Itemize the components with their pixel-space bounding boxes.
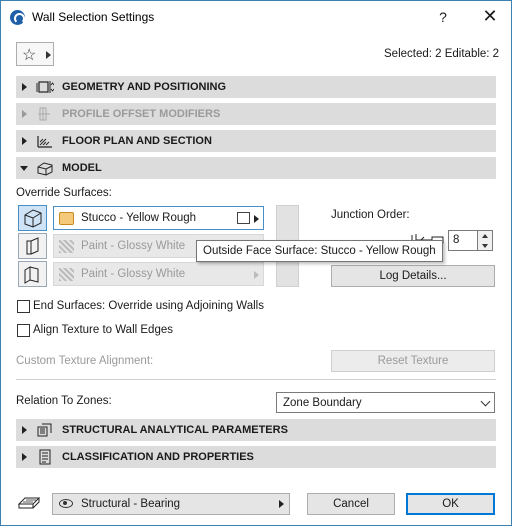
- favorites-button[interactable]: ☆: [16, 42, 54, 66]
- expand-arrow-icon: [22, 83, 27, 91]
- ok-button[interactable]: OK: [406, 493, 495, 515]
- junction-order-label: Junction Order:: [331, 209, 410, 221]
- section-geometry[interactable]: GEOMETRY AND POSITIONING: [16, 76, 496, 98]
- chevron-right-icon: [254, 215, 259, 223]
- end-surfaces-label: End Surfaces: Override using Adjoining W…: [33, 300, 264, 312]
- surface-tooltip: Outside Face Surface: Stucco - Yellow Ro…: [196, 240, 443, 262]
- section-label: PROFILE OFFSET MODIFIERS: [62, 108, 221, 120]
- override-surfaces-label: Override Surfaces:: [16, 187, 112, 199]
- junction-order-stepper[interactable]: [478, 230, 493, 251]
- inside-face-surface-button[interactable]: [18, 261, 47, 287]
- expand-arrow-icon: [22, 453, 27, 461]
- section-label: GEOMETRY AND POSITIONING: [62, 81, 226, 93]
- classification-icon: [39, 449, 51, 465]
- chevron-right-icon: [46, 51, 51, 59]
- chevron-right-icon: [279, 500, 284, 508]
- structural-function-picker[interactable]: Structural - Bearing: [52, 493, 290, 515]
- expand-arrow-icon: [22, 137, 27, 145]
- section-profile-offset: PROFILE OFFSET MODIFIERS: [16, 103, 496, 125]
- relation-to-zones-select[interactable]: Zone Boundary: [276, 392, 495, 413]
- section-classification[interactable]: CLASSIFICATION AND PROPERTIES: [16, 446, 496, 468]
- align-texture-label: Align Texture to Wall Edges: [33, 324, 173, 336]
- texture-picture-icon: [237, 212, 250, 224]
- outside-face-surface-button[interactable]: [18, 205, 47, 231]
- model-icon: [37, 162, 53, 176]
- disabled-swatch: [59, 268, 74, 281]
- wall-inside-face-icon: [24, 266, 39, 284]
- help-button[interactable]: ?: [431, 6, 455, 28]
- surface-name: Stucco - Yellow Rough: [81, 212, 197, 224]
- wall-outside-face-icon: [24, 209, 42, 228]
- arrow-down-icon[interactable]: [482, 244, 488, 248]
- chevron-down-icon: [480, 396, 491, 407]
- junction-order-input[interactable]: 8: [448, 230, 478, 251]
- expand-arrow-icon: [22, 110, 27, 118]
- floor-plan-icon: [37, 136, 52, 148]
- custom-texture-alignment-label: Custom Texture Alignment:: [16, 355, 154, 367]
- chevron-right-icon: [254, 271, 259, 279]
- archicad-logo-icon: [10, 10, 25, 25]
- section-structural-analytical[interactable]: STRUCTURAL ANALYTICAL PARAMETERS: [16, 419, 496, 441]
- edge-surface-button[interactable]: [18, 233, 47, 259]
- inside-surface-picker[interactable]: Paint - Glossy White: [53, 262, 264, 286]
- arrow-up-icon[interactable]: [482, 234, 488, 238]
- align-texture-checkbox[interactable]: [17, 324, 30, 337]
- structural-analytical-icon: [37, 423, 52, 437]
- star-icon: ☆: [22, 47, 37, 64]
- log-details-button[interactable]: Log Details...: [331, 265, 495, 287]
- divider: [16, 379, 496, 380]
- title-bar: Wall Selection Settings ? ✕: [1, 1, 511, 33]
- relation-to-zones-label: Relation To Zones:: [16, 395, 112, 407]
- structural-function-value: Structural - Bearing: [81, 498, 181, 510]
- section-label: FLOOR PLAN AND SECTION: [62, 135, 212, 147]
- window-title: Wall Selection Settings: [32, 10, 155, 24]
- surface-swatch: [59, 212, 74, 225]
- cancel-button[interactable]: Cancel: [307, 493, 395, 515]
- eye-icon: [59, 499, 73, 508]
- collapse-arrow-icon: [20, 166, 28, 171]
- surface-name: Paint - Glossy White: [81, 240, 186, 252]
- section-label: CLASSIFICATION AND PROPERTIES: [62, 451, 254, 463]
- end-surfaces-checkbox[interactable]: [17, 300, 30, 313]
- reset-texture-button[interactable]: Reset Texture: [331, 350, 495, 372]
- section-model[interactable]: MODEL: [16, 157, 496, 179]
- profile-offset-icon: [38, 107, 50, 121]
- wall-tool-icon: [17, 497, 41, 509]
- geometry-icon: [36, 81, 54, 93]
- outside-surface-picker[interactable]: Stucco - Yellow Rough: [53, 206, 264, 230]
- section-label: MODEL: [62, 162, 102, 174]
- surface-name: Paint - Glossy White: [81, 268, 186, 280]
- wall-edge-icon: [26, 237, 39, 255]
- section-label: STRUCTURAL ANALYTICAL PARAMETERS: [62, 424, 288, 436]
- selected-value: Zone Boundary: [283, 397, 362, 409]
- selection-info: Selected: 2 Editable: 2: [384, 48, 500, 60]
- close-button[interactable]: ✕: [475, 5, 505, 29]
- disabled-swatch: [59, 240, 74, 253]
- expand-arrow-icon: [22, 426, 27, 434]
- section-floor-plan[interactable]: FLOOR PLAN AND SECTION: [16, 130, 496, 152]
